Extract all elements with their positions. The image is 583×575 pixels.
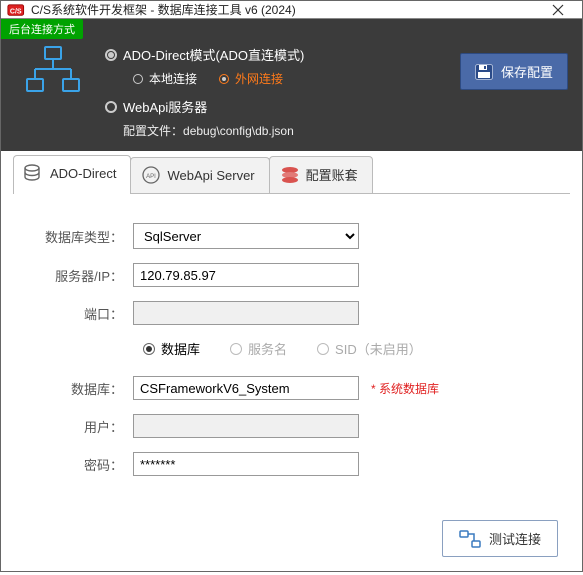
save-config-button[interactable]: 保存配置 <box>460 53 568 90</box>
radio-sid[interactable]: SID（未启用） <box>317 339 422 358</box>
tabs-area: ADO-Direct API WebApi Server 配置账套 <box>1 151 582 195</box>
server-input[interactable] <box>133 263 359 287</box>
connect-icon <box>459 530 481 548</box>
radio-local-conn[interactable]: 本地连接 <box>133 70 197 87</box>
db-type-select[interactable]: SqlServer <box>133 223 359 249</box>
radio-checked-icon <box>143 343 155 355</box>
db-name-label: 数据库： <box>37 379 133 398</box>
tab-ado-direct[interactable]: ADO-Direct <box>13 155 131 194</box>
radio-disabled-icon <box>317 343 329 355</box>
port-label: 端口： <box>37 304 133 323</box>
app-window: C/S C/S系统软件开发框架 - 数据库连接工具 v6 (2024) 后台连接… <box>0 0 583 572</box>
radio-ado-label: ADO-Direct模式(ADO直连模式) <box>123 45 304 64</box>
user-label: 用户： <box>37 417 133 436</box>
radio-local-label: 本地连接 <box>149 70 197 87</box>
radio-ado-direct[interactable]: ADO-Direct模式(ADO直连模式) <box>105 45 440 64</box>
test-connection-button[interactable]: 测试连接 <box>442 520 558 557</box>
api-icon: API <box>141 166 161 184</box>
close-icon <box>552 4 564 16</box>
app-logo-icon: C/S <box>7 3 25 17</box>
radio-webapi-label: WebApi服务器 <box>123 97 207 116</box>
close-button[interactable] <box>540 1 576 18</box>
radio-checked-icon <box>105 49 117 61</box>
radio-disabled-icon <box>230 343 242 355</box>
database-icon <box>24 164 44 182</box>
backend-mode-badge: 后台连接方式 <box>1 19 83 39</box>
db-type-label: 数据库类型： <box>37 227 133 246</box>
svg-text:API: API <box>147 174 157 180</box>
tab-account-config[interactable]: 配置账套 <box>269 156 373 194</box>
tab-label: 配置账套 <box>306 165 358 184</box>
db-name-input[interactable] <box>133 376 359 400</box>
radio-database[interactable]: 数据库 <box>143 339 200 358</box>
svg-text:C/S: C/S <box>10 8 22 15</box>
password-label: 密码： <box>37 455 133 474</box>
user-input[interactable] <box>133 414 359 438</box>
floppy-icon <box>475 64 493 80</box>
radio-unchecked-icon <box>105 101 117 113</box>
port-input[interactable] <box>133 301 359 325</box>
network-icon <box>21 43 85 99</box>
tab-label: ADO-Direct <box>50 166 116 181</box>
system-db-note: * 系统数据库 <box>371 380 439 397</box>
password-input[interactable] <box>133 452 359 476</box>
radio-checked-icon <box>219 74 229 84</box>
form-panel: 数据库类型： SqlServer 服务器/IP： 端口： 数据库 服务名 <box>1 195 582 500</box>
tab-webapi-server[interactable]: API WebApi Server <box>130 157 269 194</box>
database-stack-icon <box>280 166 300 184</box>
server-label: 服务器/IP： <box>37 266 133 285</box>
titlebar: C/S C/S系统软件开发框架 - 数据库连接工具 v6 (2024) <box>1 1 582 19</box>
radio-webapi[interactable]: WebApi服务器 <box>105 97 440 116</box>
config-path-row: 配置文件：debug\config\db.json <box>123 122 440 139</box>
header-panel: 后台连接方式 ADO-Direct模式(ADO直连模式) <box>1 19 582 151</box>
radio-unchecked-icon <box>133 74 143 84</box>
window-title: C/S系统软件开发框架 - 数据库连接工具 v6 (2024) <box>31 1 540 18</box>
radio-servicename[interactable]: 服务名 <box>230 339 287 358</box>
tab-label: WebApi Server <box>167 168 254 183</box>
radio-wan-conn[interactable]: 外网连接 <box>219 70 283 87</box>
radio-wan-label: 外网连接 <box>235 70 283 87</box>
